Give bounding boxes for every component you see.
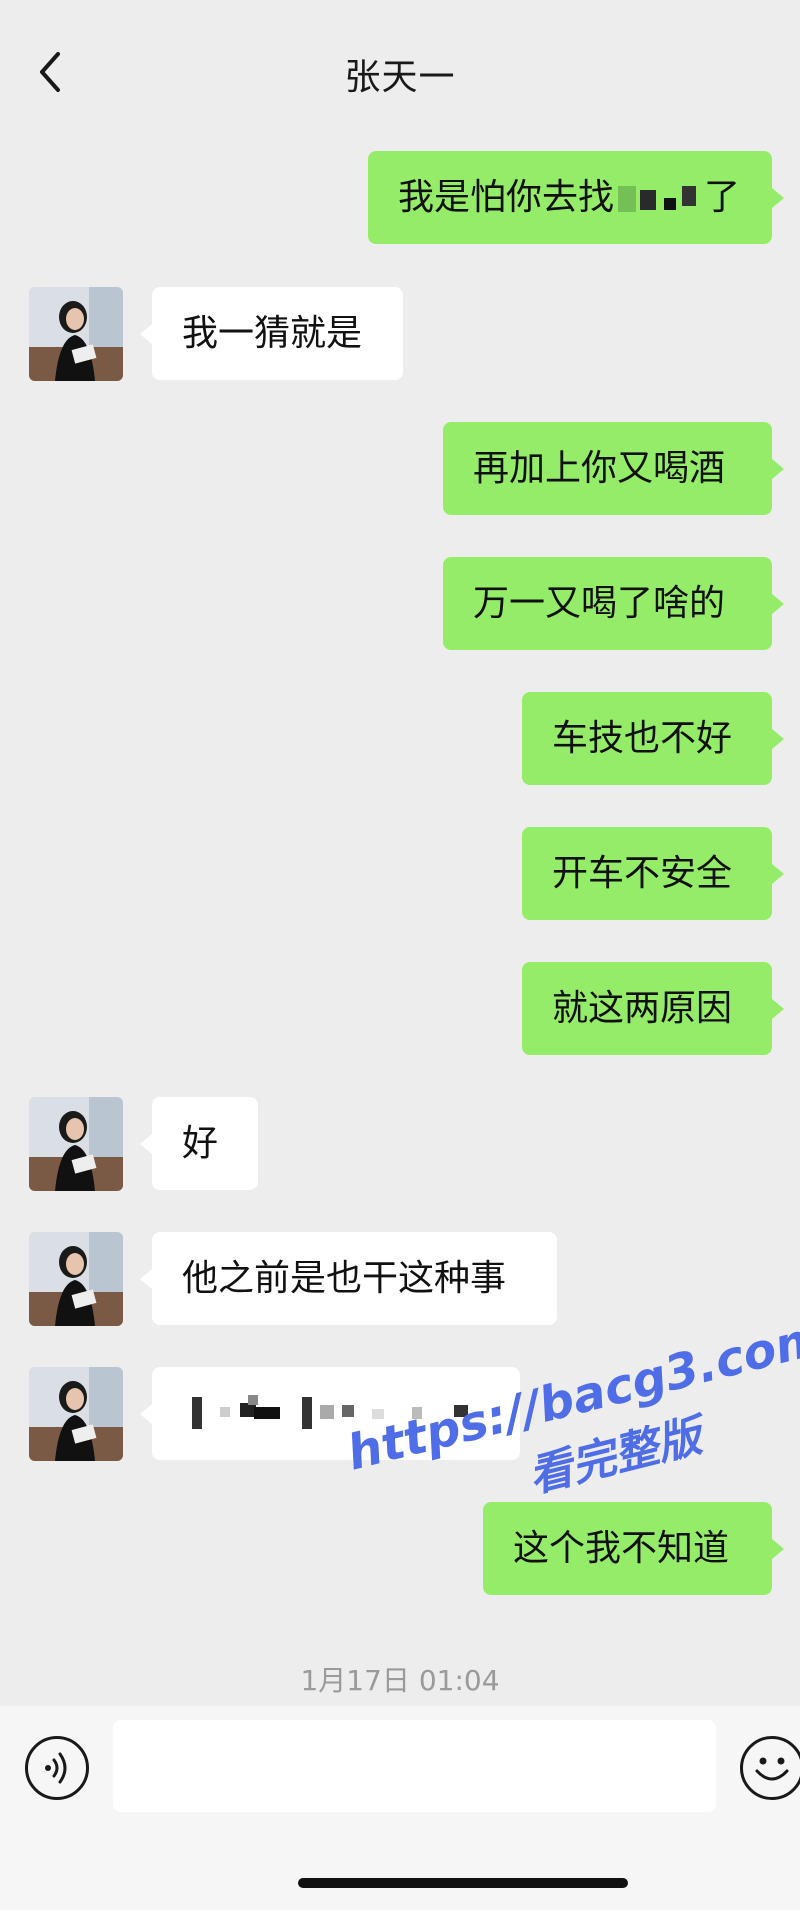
message-text: 再加上你又喝酒 [473,448,726,489]
voice-button[interactable] [25,1736,89,1800]
contact-avatar[interactable] [29,287,123,381]
bubble-tail [140,324,152,344]
message-text: 开车不安全 [552,853,733,894]
avatar-photo [29,1097,123,1191]
message-text: 好 [182,1123,219,1164]
bubble-tail [140,1134,152,1154]
bubble-tail [772,864,784,884]
bubble-tail [772,1539,784,1559]
bubble-tail [140,1404,152,1424]
avatar-photo [29,1232,123,1326]
incoming-message-bubble[interactable]: 他之前是也干这种事 [152,1232,557,1325]
chat-title: 张天一 [344,57,456,98]
outgoing-message-bubble[interactable]: 就这两原因 [522,962,772,1055]
outgoing-message-bubble[interactable]: 我是怕你去找 了 [368,151,772,244]
message-text: 车技也不好 [552,718,733,759]
emoji-icon [755,1757,789,1781]
bubble-tail [772,459,784,479]
message-text: 这个我不知道 [513,1528,730,1569]
outgoing-message-bubble[interactable]: 再加上你又喝酒 [443,422,772,515]
outgoing-message-bubble[interactable]: 这个我不知道 [483,1502,772,1595]
message-text: 他之前是也干这种事 [182,1258,507,1299]
outgoing-message-bubble[interactable]: 万一又喝了啥的 [443,557,772,650]
contact-avatar[interactable] [29,1367,123,1461]
bubble-tail [772,188,784,208]
contact-avatar[interactable] [29,1097,123,1191]
pixelated-censor [614,184,704,214]
watermark-text: 看完整版 [523,1410,707,1503]
outgoing-message-bubble[interactable]: 车技也不好 [522,692,772,785]
bubble-tail [772,729,784,749]
outgoing-message-bubble[interactable]: 开车不安全 [522,827,772,920]
chat-screen: 张天一 我是怕你去找 了 我一猜就是 再加上你又喝酒 万一又喝了啥的 车技也不好… [0,0,800,1910]
bubble-tail [772,594,784,614]
incoming-message-bubble[interactable] [152,1367,520,1460]
avatar-photo [29,1367,123,1461]
chat-header: 张天一 [0,0,800,146]
contact-avatar[interactable] [29,1232,123,1326]
incoming-message-bubble[interactable]: 好 [152,1097,258,1190]
message-input[interactable] [113,1720,716,1812]
avatar-photo [29,287,123,381]
emoji-button[interactable] [740,1736,800,1800]
incoming-message-bubble[interactable]: 我一猜就是 [152,287,403,380]
message-text: 我一猜就是 [182,313,363,354]
voice-icon [45,1752,67,1784]
message-text: 我是怕你去找 了 [398,177,741,218]
bubble-tail [772,999,784,1019]
message-text: 万一又喝了啥的 [473,583,726,624]
home-indicator[interactable] [298,1878,628,1888]
message-text: 就这两原因 [552,988,733,1029]
message-timestamp: 1月17日 01:04 [300,1664,500,1697]
pixelated-censor [192,1395,468,1429]
bubble-tail [140,1269,152,1289]
